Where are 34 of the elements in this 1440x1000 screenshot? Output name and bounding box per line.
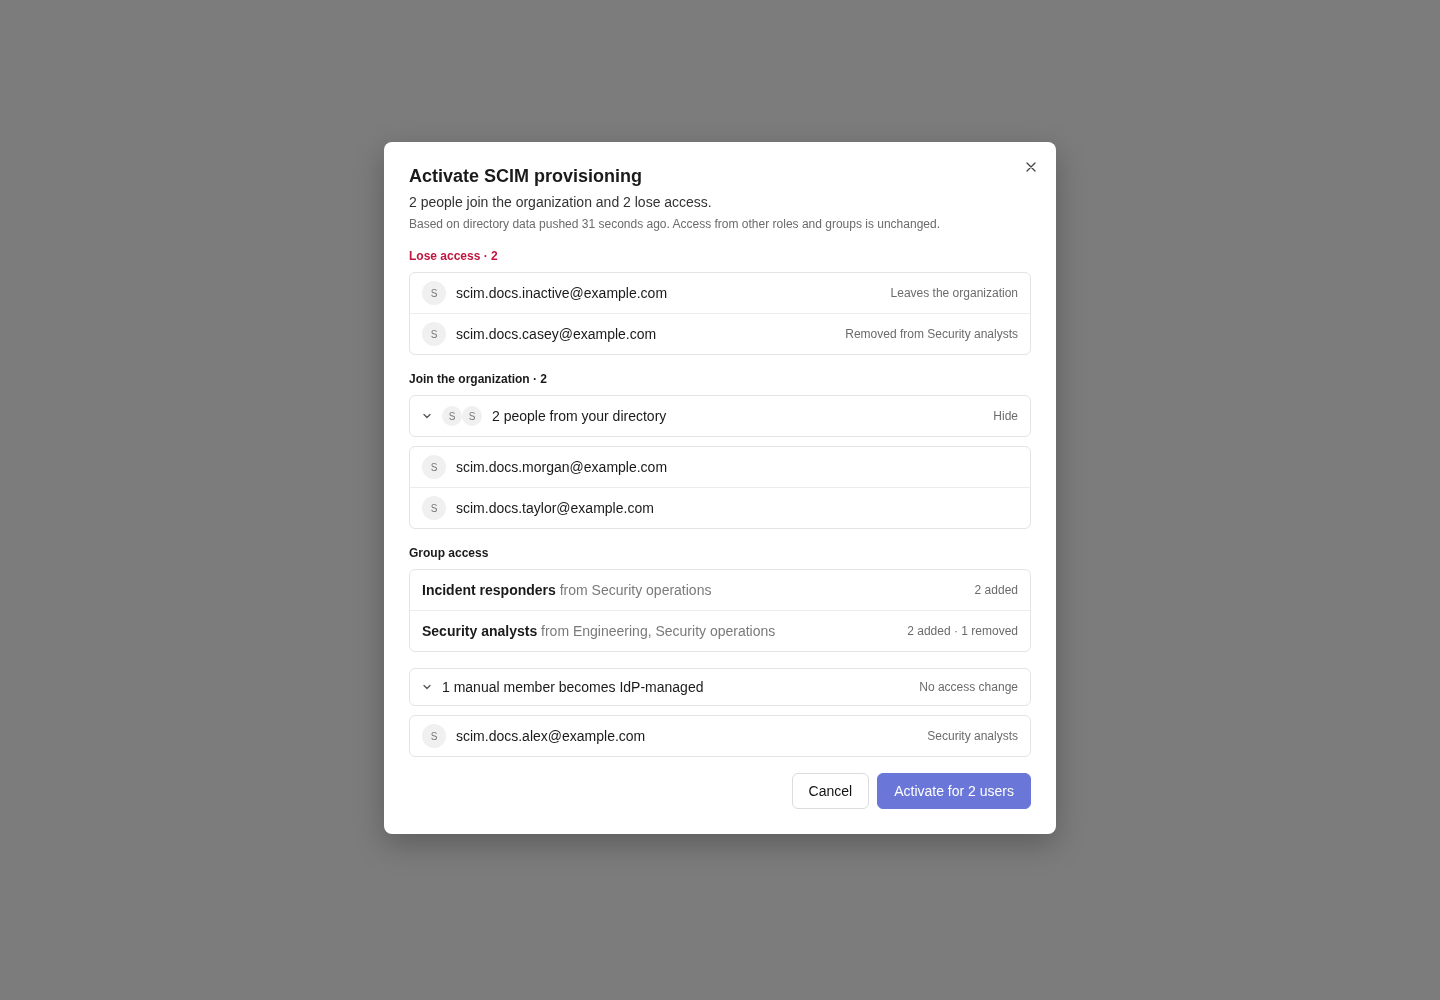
change-detail: Leaves the organization: [890, 286, 1018, 300]
user-email: scim.docs.inactive@example.com: [456, 285, 669, 301]
summary-text: 2 people join the organization and 2 lose access.: [409, 193, 713, 212]
change-detail: No access change: [919, 680, 1018, 694]
user-email: scim.docs.casey@example.com: [456, 326, 658, 342]
avatar: S: [462, 406, 482, 426]
section-heading: Group access: [409, 545, 490, 561]
change-detail: 2 added: [974, 583, 1018, 597]
avatar: S: [422, 724, 446, 748]
avatar: S: [422, 455, 446, 479]
hide-link[interactable]: Hide: [993, 409, 1018, 423]
avatar: S: [422, 281, 446, 305]
group-name: Incident responders from Security operations: [422, 582, 713, 598]
collapsible-header[interactable]: 1 manual member becomes IdP-managed No access change: [409, 668, 1031, 706]
user-email: scim.docs.alex@example.com: [456, 728, 647, 744]
dialog-title: Activate SCIM provisioning: [409, 165, 644, 188]
header-label: 2 people from your directory: [492, 408, 668, 424]
section-heading: Lose access · 2: [409, 248, 499, 264]
section-heading: Join the organization · 2: [409, 371, 548, 387]
collapsible-header[interactable]: S S 2 people from your directory Hide: [409, 395, 1031, 437]
change-detail: 2 added · 1 removed: [907, 624, 1018, 638]
close-icon[interactable]: [1024, 160, 1038, 174]
change-detail: Security analysts: [927, 729, 1018, 743]
avatar: S: [442, 406, 462, 426]
note-text: Based on directory data pushed 31 seconds ago. Access from other roles and groups is unchanged.: [409, 216, 941, 232]
user-email: scim.docs.morgan@example.com: [456, 459, 669, 475]
avatar: S: [422, 322, 446, 346]
user-email: scim.docs.taylor@example.com: [456, 500, 655, 516]
header-label: 1 manual member becomes IdP-managed: [442, 679, 705, 695]
activate-button[interactable]: Activate for 2 users: [877, 773, 1031, 809]
group-name: Security analysts from Engineering, Security operations: [422, 623, 777, 639]
change-detail: Removed from Security analysts: [845, 327, 1018, 341]
cancel-button[interactable]: Cancel: [791, 773, 870, 809]
avatar: S: [422, 496, 446, 520]
